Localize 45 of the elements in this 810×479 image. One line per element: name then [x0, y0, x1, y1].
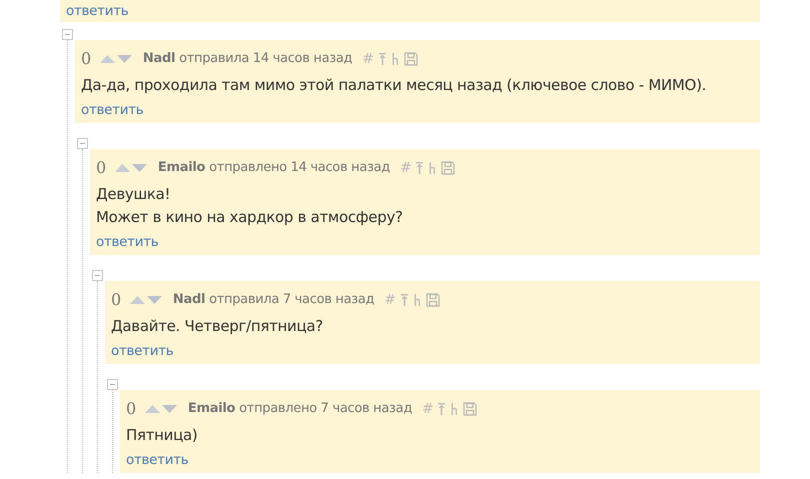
- vote-down-button[interactable]: [130, 163, 148, 173]
- collapse-icon[interactable]: [62, 29, 73, 40]
- comment-meta: отправила 14 часов назад: [179, 50, 352, 68]
- vote-up-button[interactable]: [114, 163, 131, 173]
- author-link[interactable]: Emailo: [158, 158, 206, 178]
- author-link[interactable]: Nadl: [172, 290, 206, 310]
- collapse-icon[interactable]: [77, 138, 88, 149]
- vote-up-button[interactable]: [144, 404, 161, 414]
- comment-meta: отправила 7 часов назад: [209, 291, 374, 310]
- reply-link[interactable]: ответить: [126, 452, 188, 468]
- up-arrow-icon[interactable]: [378, 52, 387, 66]
- comment-score: 0: [111, 289, 121, 311]
- save-icon[interactable]: [441, 161, 456, 175]
- comment-meta: отправлено 7 часов назад: [239, 400, 412, 418]
- save-icon[interactable]: [463, 402, 478, 416]
- up-arrow-icon[interactable]: [400, 293, 409, 307]
- save-icon[interactable]: [426, 293, 440, 307]
- branch-icon[interactable]: [428, 161, 438, 175]
- comment-text: Девушка! Может в кино на хардкор в атмосферу?: [96, 184, 404, 228]
- vote-down-button[interactable]: [146, 295, 163, 305]
- author-link[interactable]: Nadl: [142, 49, 176, 69]
- vote-up-button[interactable]: [128, 295, 146, 305]
- branch-icon[interactable]: [412, 293, 422, 307]
- comment-text: Да-да, проходила там мимо этой палатки месяц назад (ключевое слово - МИМО).: [81, 75, 708, 96]
- collapse-icon[interactable]: [107, 379, 118, 390]
- reply-link[interactable]: ответить: [111, 343, 174, 359]
- vote-up-button[interactable]: [98, 54, 116, 64]
- comment-text: Пятница): [126, 425, 198, 446]
- vote-down-button[interactable]: [160, 404, 178, 414]
- comment-meta: отправлено 14 часов назад: [209, 159, 390, 178]
- comment-text: Давайте. Четверг/пятница?: [111, 316, 324, 337]
- branch-icon[interactable]: [390, 52, 400, 66]
- reply-link[interactable]: ответить: [81, 102, 144, 118]
- comment-score: 0: [96, 157, 106, 179]
- reply-link[interactable]: ответить: [96, 234, 158, 250]
- up-arrow-icon[interactable]: [437, 402, 446, 416]
- collapse-icon[interactable]: [92, 270, 103, 281]
- branch-icon[interactable]: [450, 402, 460, 416]
- vote-down-button[interactable]: [116, 54, 133, 64]
- comment-score: 0: [126, 398, 136, 420]
- author-link[interactable]: Emailo: [188, 399, 236, 419]
- save-icon[interactable]: [404, 52, 418, 66]
- reply-link[interactable]: ответить: [66, 3, 128, 19]
- up-arrow-icon[interactable]: [415, 161, 424, 175]
- comment-score: 0: [81, 48, 91, 70]
